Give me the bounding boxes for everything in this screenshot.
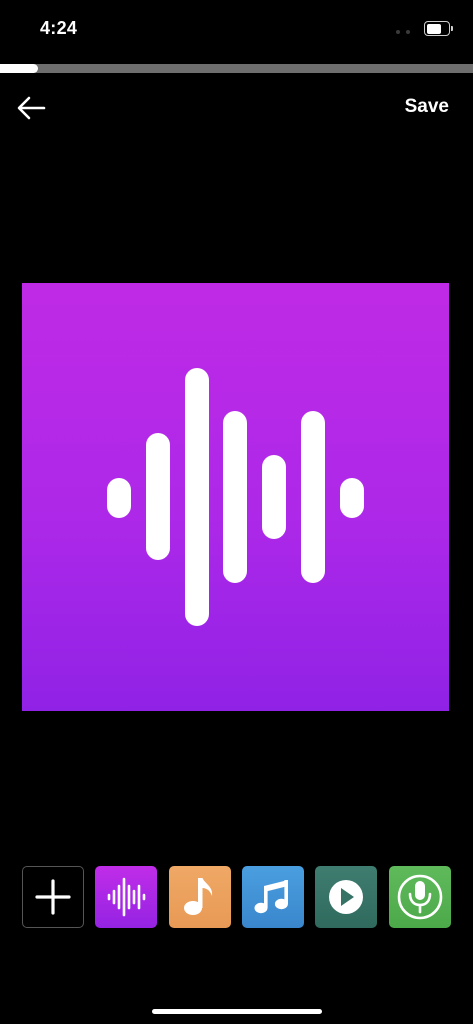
beamed-notes-icon — [254, 880, 288, 914]
progress-fill — [0, 64, 38, 73]
status-time: 4:24 — [40, 18, 78, 38]
progress-bar — [0, 64, 473, 73]
back-button[interactable] — [14, 92, 50, 124]
sound-wave-button[interactable] — [95, 866, 157, 928]
sound-wave-icon — [107, 368, 364, 626]
signal-icon — [396, 30, 412, 36]
music-note-button[interactable] — [169, 866, 231, 928]
music-library-button[interactable] — [242, 866, 304, 928]
microphone-icon — [397, 874, 443, 920]
battery-icon — [424, 21, 454, 36]
play-circle-icon — [329, 880, 363, 914]
sound-wave-icon — [107, 877, 146, 917]
add-button[interactable] — [22, 866, 84, 928]
save-button[interactable]: Save — [405, 96, 449, 118]
status-bar: 4:24 — [0, 0, 473, 56]
microphone-button[interactable] — [389, 866, 451, 928]
tool-strip — [22, 866, 452, 928]
eighth-note-icon — [184, 878, 213, 915]
play-button[interactable] — [315, 866, 377, 928]
home-indicator[interactable] — [152, 1009, 322, 1014]
arrow-left-icon — [17, 96, 46, 120]
artwork-preview — [22, 283, 449, 711]
plus-icon — [35, 879, 71, 915]
